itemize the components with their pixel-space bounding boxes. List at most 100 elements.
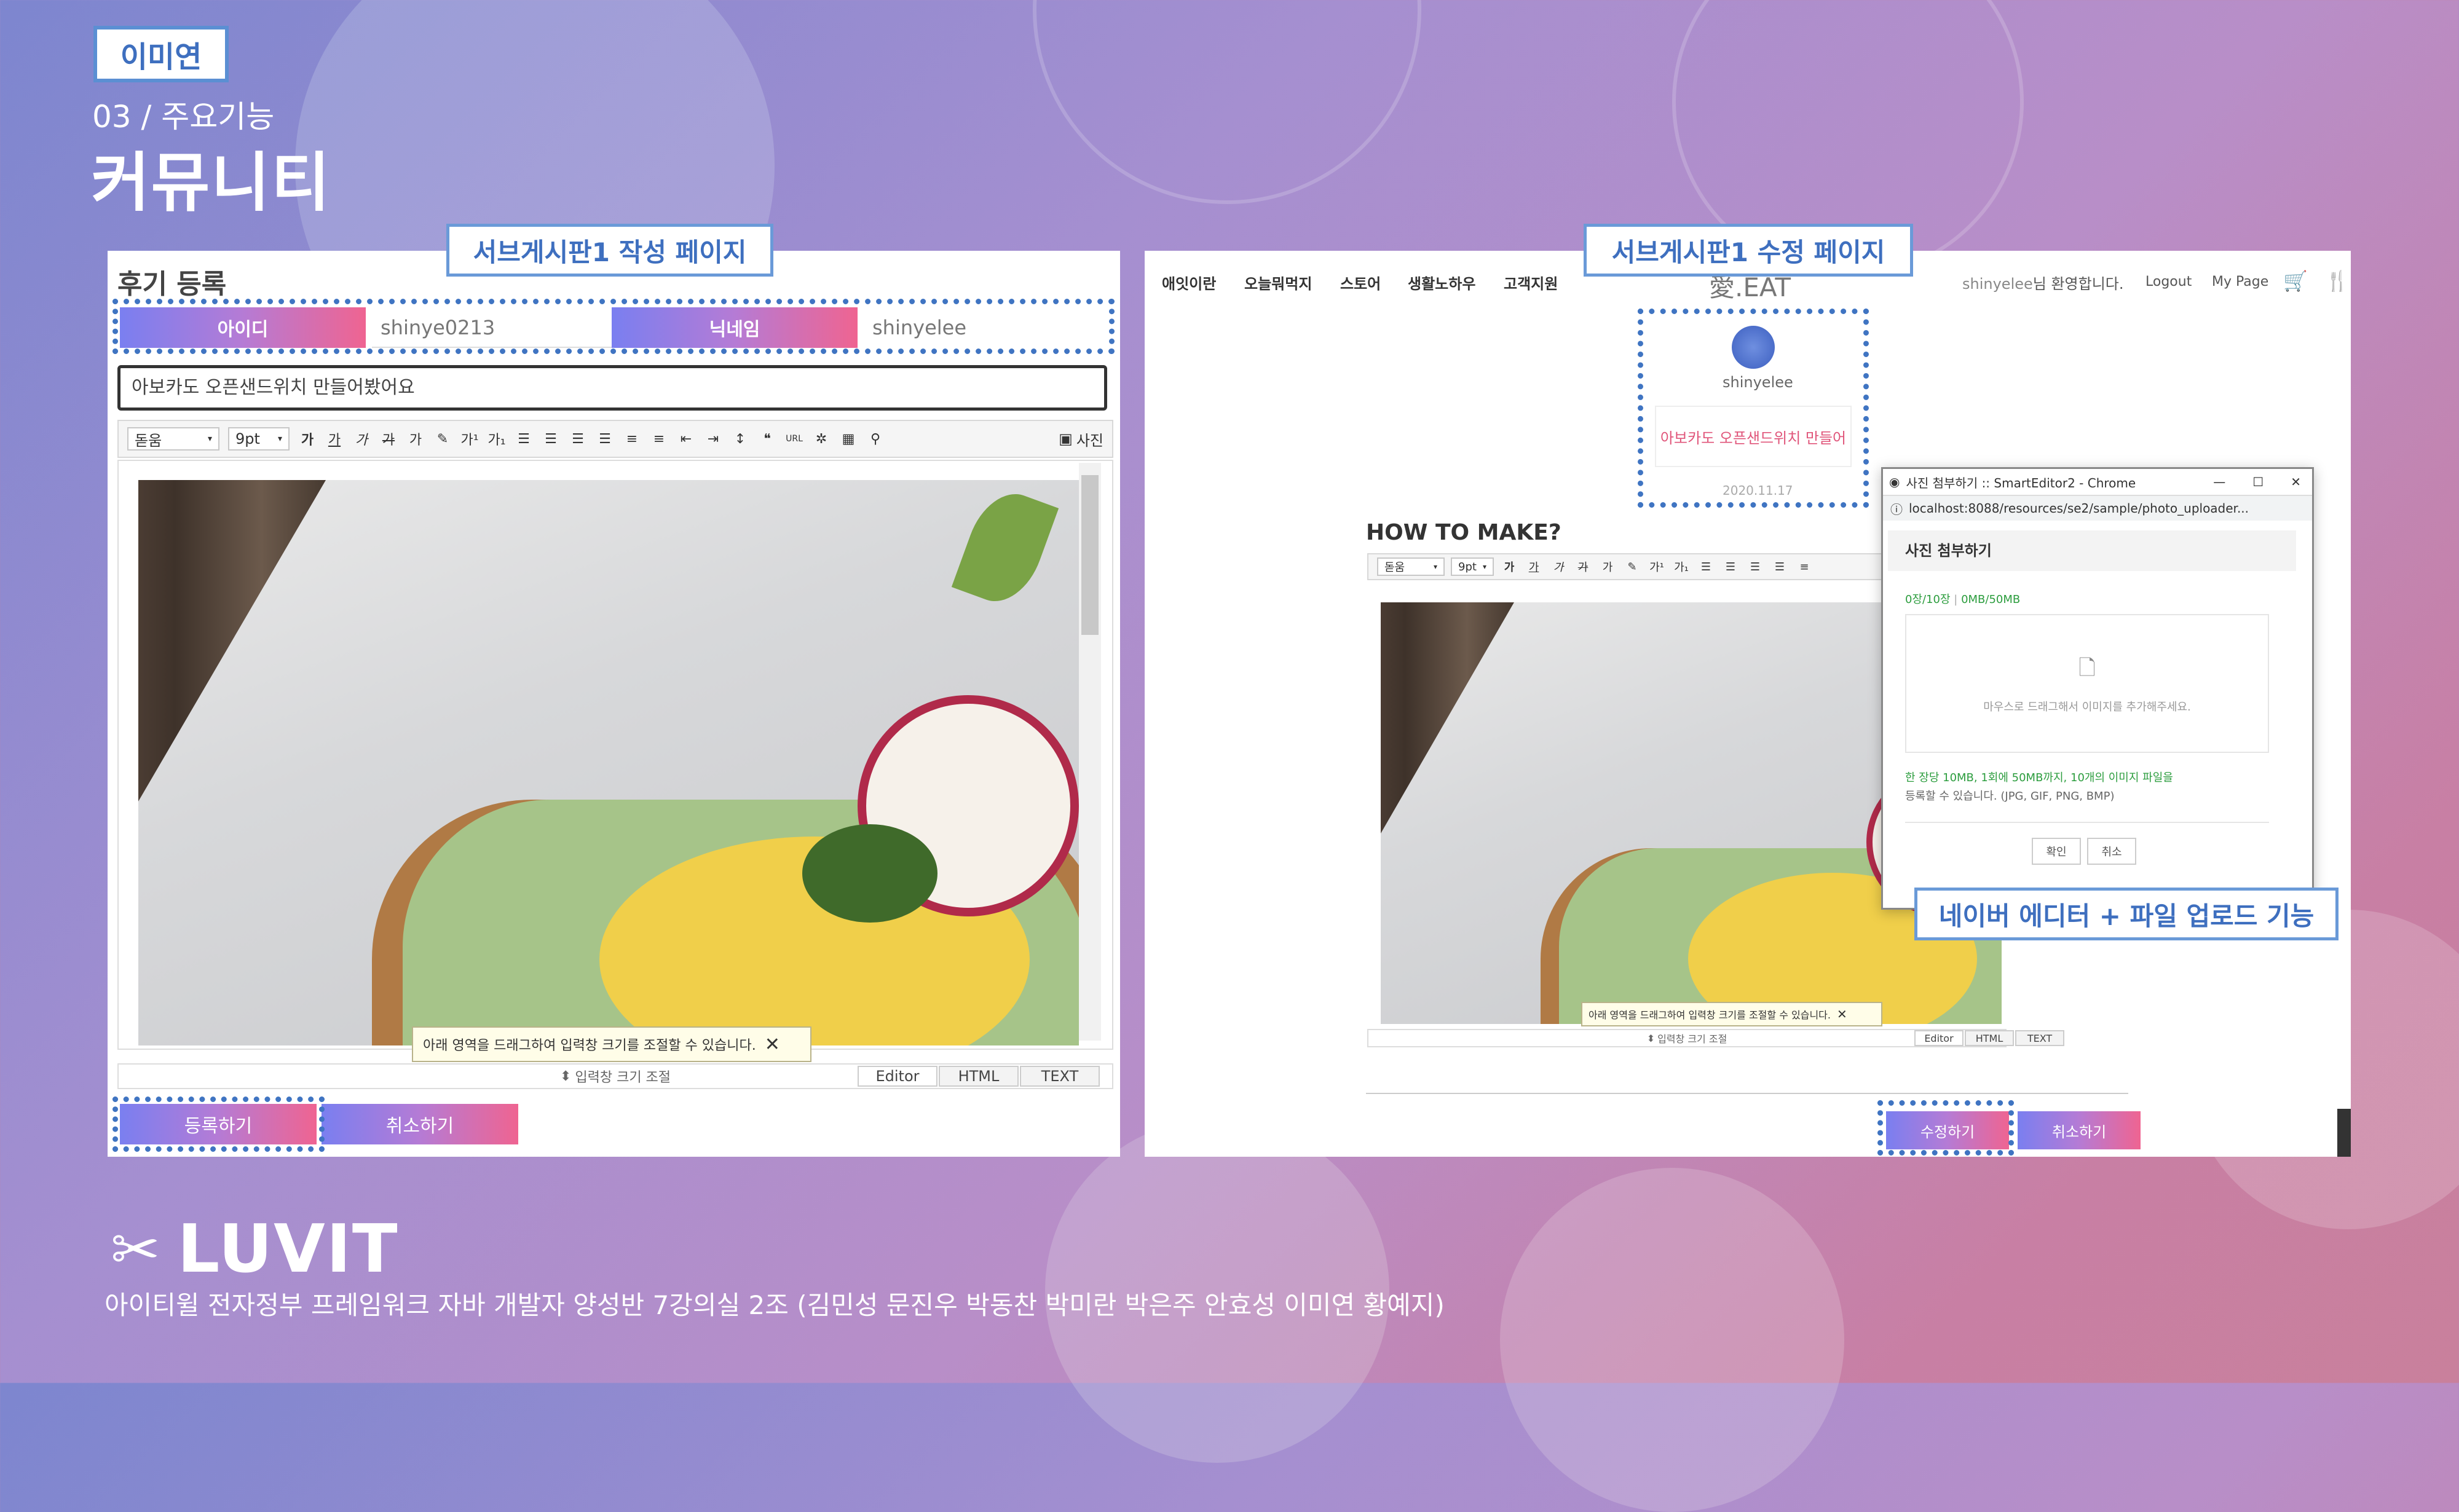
- upload-rules-2: 등록할 수 있습니다. (JPG, GIF, PNG, BMP): [1905, 790, 2115, 803]
- nav-item-store[interactable]: 스토어: [1340, 272, 1381, 293]
- welcome-text: shinyelee님 환영합니다.: [1962, 275, 2124, 293]
- highlight-icon[interactable]: ✎: [433, 430, 452, 448]
- divider: [1366, 1093, 2128, 1094]
- author-badge: 이미연: [93, 26, 229, 82]
- close-icon[interactable]: ✕: [2291, 474, 2301, 489]
- resize-arrow-icon: ⬍: [559, 1068, 572, 1084]
- submit-highlight: [112, 1097, 325, 1152]
- resize-tooltip: 아래 영역을 드래그하여 입력창 크기를 조절할 수 있습니다. ✕: [412, 1026, 811, 1062]
- superscript-icon[interactable]: 가¹: [460, 430, 479, 448]
- post-title-input[interactable]: 아보카도 오픈샌드위치 만들어봤어요: [117, 365, 1107, 411]
- align-right-icon[interactable]: ☰: [569, 430, 587, 448]
- justify-icon[interactable]: ☰: [596, 430, 614, 448]
- profile-highlight: [1638, 309, 1869, 508]
- tab-text[interactable]: TEXT: [2015, 1030, 2064, 1046]
- underline-icon[interactable]: 가: [1525, 557, 1543, 576]
- add-file-icon: 🗋: [2078, 655, 2096, 680]
- numbered-list-icon[interactable]: ≡: [623, 430, 641, 448]
- footer-logo: ✂ LUVIT: [111, 1211, 399, 1288]
- tab-text[interactable]: TEXT: [1020, 1066, 1100, 1087]
- popup-url-bar: ⓘ localhost:8088/resources/se2/sample/ph…: [1883, 496, 2312, 521]
- align-left-icon[interactable]: ☰: [515, 430, 533, 448]
- page-title: 커뮤니티: [91, 145, 331, 220]
- nav-item-today[interactable]: 오늘뭐먹지: [1244, 272, 1312, 293]
- cancel-button[interactable]: 취소하기: [2018, 1111, 2141, 1149]
- underline-icon[interactable]: 가: [325, 430, 344, 448]
- strike-icon[interactable]: 가: [379, 430, 398, 448]
- nav-item-tips[interactable]: 생활노하우: [1408, 272, 1475, 293]
- close-icon[interactable]: ✕: [765, 1034, 780, 1055]
- how-heading: HOW TO MAKE?: [1366, 520, 1561, 545]
- resize-arrow-icon: ⬍: [1646, 1032, 1656, 1044]
- strike-icon[interactable]: 가: [1574, 557, 1592, 576]
- background-plate: [1500, 1168, 1844, 1512]
- link-icon[interactable]: URL: [785, 430, 803, 448]
- editor-scrollbar[interactable]: [1079, 463, 1101, 1041]
- popup-cancel-button[interactable]: 취소: [2087, 838, 2136, 865]
- logout-link[interactable]: Logout: [2145, 274, 2192, 289]
- font-select[interactable]: 돋움 ▾: [1377, 557, 1445, 576]
- highlight-icon[interactable]: ✎: [1623, 557, 1641, 576]
- id-nickname-highlight: [112, 299, 1115, 354]
- edit-page-callout: 서브게시판1 수정 페이지: [1584, 224, 1913, 277]
- ok-button[interactable]: 확인: [2032, 838, 2081, 865]
- indent-icon[interactable]: ⇥: [704, 430, 722, 448]
- size-select[interactable]: 9pt ▾: [228, 427, 290, 451]
- photo-button[interactable]: ▣ 사진: [1059, 428, 1103, 450]
- drop-zone[interactable]: 🗋 마우스로 드래그해서 이미지를 추가해주세요.: [1905, 614, 2269, 753]
- write-page-screenshot: 후기 등록 아이디 shinye0213 닉네임 shinyelee 아보카도 …: [108, 251, 1120, 1157]
- cart-icon[interactable]: 🛒: [2283, 269, 2308, 293]
- superscript-icon[interactable]: 가¹: [1648, 557, 1666, 576]
- find-icon[interactable]: ⚲: [866, 430, 885, 448]
- bold-icon[interactable]: 가: [1500, 557, 1518, 576]
- align-center-icon[interactable]: ☰: [542, 430, 560, 448]
- align-center-icon[interactable]: ☰: [1721, 557, 1740, 576]
- close-icon[interactable]: ✕: [1837, 1007, 1847, 1022]
- sandwich-photo: [138, 480, 1079, 1045]
- tab-html[interactable]: HTML: [1965, 1030, 2014, 1046]
- wooden-table: [138, 480, 347, 886]
- upload-count: 0장/10장 | 0MB/50MB: [1905, 593, 2021, 606]
- nav-item-support[interactable]: 고객지원: [1504, 272, 1558, 293]
- justify-icon[interactable]: ☰: [1770, 557, 1789, 576]
- page-edge-bar: [2337, 1109, 2351, 1157]
- maximize-icon[interactable]: ☐: [2252, 474, 2264, 489]
- editor-upload-callout: 네이버 에디터 + 파일 업로드 기능: [1914, 888, 2339, 940]
- tab-editor[interactable]: Editor: [1914, 1030, 1964, 1046]
- basil-leaf: [951, 482, 1059, 613]
- special-char-icon[interactable]: ✲: [812, 430, 831, 448]
- nav-item-about[interactable]: 애잇이란: [1162, 272, 1216, 293]
- font-color-icon[interactable]: 가: [1598, 557, 1617, 576]
- font-color-icon[interactable]: 가: [406, 430, 425, 448]
- mypage-link[interactable]: My Page: [2212, 274, 2268, 289]
- tab-html[interactable]: HTML: [939, 1066, 1019, 1087]
- line-height-icon[interactable]: ↕: [731, 430, 749, 448]
- align-left-icon[interactable]: ☰: [1697, 557, 1715, 576]
- footer-credits: 아이티윌 전자정부 프레임워크 자바 개발자 양성반 7강의실 2조 (김민성 …: [105, 1290, 1445, 1320]
- outdent-icon[interactable]: ⇤: [677, 430, 695, 448]
- resize-tooltip: 아래 영역을 드래그하여 입력창 크기를 조절할 수 있습니다. ✕: [1581, 1002, 1882, 1026]
- utensils-icon[interactable]: 🍴: [2325, 269, 2350, 293]
- minimize-icon[interactable]: —: [2213, 474, 2225, 489]
- align-right-icon[interactable]: ☰: [1746, 557, 1764, 576]
- subscript-icon[interactable]: 가₁: [487, 430, 506, 448]
- chrome-icon: ◉: [1889, 474, 1900, 489]
- image-icon: ▣: [1059, 430, 1073, 447]
- font-select[interactable]: 돋움 ▾: [127, 427, 219, 451]
- italic-icon[interactable]: 가: [352, 430, 371, 448]
- italic-icon[interactable]: 가: [1549, 557, 1568, 576]
- table-icon[interactable]: ▦: [839, 430, 858, 448]
- quote-icon[interactable]: ❝: [758, 430, 776, 448]
- bullet-list-icon[interactable]: ≡: [650, 430, 668, 448]
- wooden-table: [1381, 602, 1528, 897]
- cancel-button[interactable]: 취소하기: [322, 1104, 518, 1144]
- size-select[interactable]: 9pt ▾: [1451, 557, 1494, 576]
- bullet-list-icon[interactable]: ≡: [1795, 557, 1814, 576]
- resize-handle[interactable]: ⬍ 입력창 크기 조절: [1367, 1029, 2007, 1047]
- upload-rules-1: 한 장당 10MB, 1회에 50MB까지, 10개의 이미지 파일을: [1905, 771, 2173, 784]
- divider: [1905, 822, 2269, 823]
- tab-editor[interactable]: Editor: [858, 1066, 937, 1087]
- subscript-icon[interactable]: 가₁: [1672, 557, 1691, 576]
- bold-icon[interactable]: 가: [298, 430, 317, 448]
- photo-upload-popup: ◉ 사진 첨부하기 :: SmartEditor2 - Chrome — ☐ ✕…: [1881, 467, 2314, 910]
